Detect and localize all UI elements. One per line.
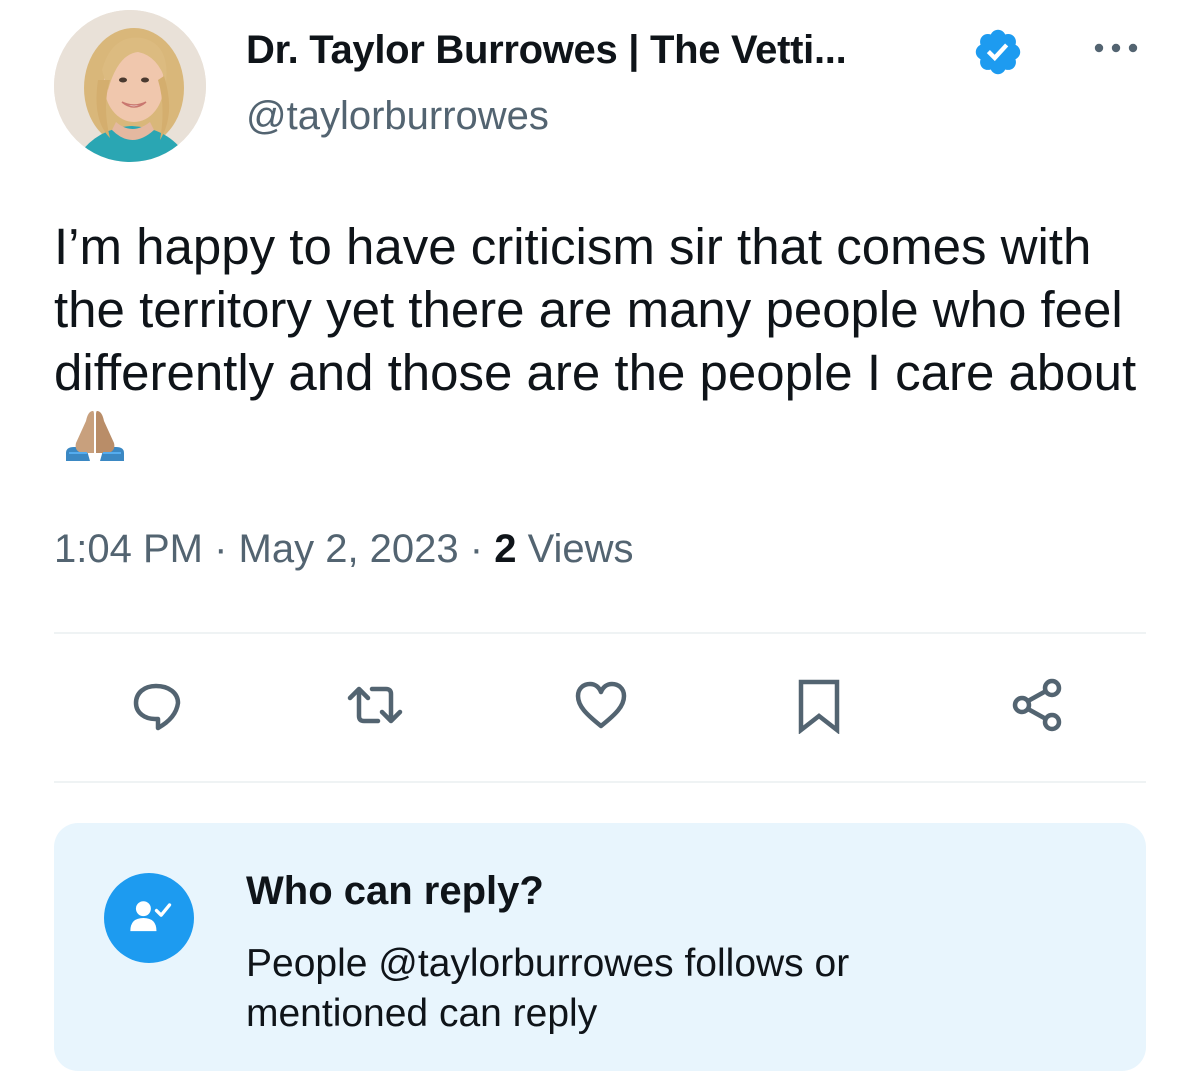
- retweet-icon: [346, 676, 404, 739]
- meta-separator: ·: [202, 527, 239, 571]
- divider: [54, 781, 1146, 783]
- bookmark-icon: [790, 676, 848, 739]
- retweet-button[interactable]: [344, 676, 406, 738]
- tweet-text: I’m happy to have criticism sir that com…: [54, 215, 1164, 467]
- bookmark-button[interactable]: [788, 676, 850, 738]
- reply-button[interactable]: [126, 676, 188, 738]
- views-count[interactable]: 2: [494, 527, 516, 571]
- share-button[interactable]: [1006, 676, 1068, 738]
- tweet-time[interactable]: 1:04 PM: [54, 527, 203, 571]
- share-icon: [1008, 676, 1066, 739]
- folded-hands-emoji-icon: [60, 409, 130, 461]
- profile-photo: [54, 10, 206, 162]
- verified-badge-icon[interactable]: [972, 26, 1024, 78]
- like-button[interactable]: [570, 676, 632, 738]
- author-display-name[interactable]: Dr. Taylor Burrowes | The Vetti...: [246, 28, 847, 73]
- tweet-date[interactable]: May 2, 2023: [239, 527, 459, 571]
- views-label[interactable]: Views: [516, 527, 634, 571]
- reply-notice-description: People @taylorburrowes follows or mentio…: [246, 942, 850, 1035]
- author-handle[interactable]: @taylorburrowes: [246, 94, 549, 139]
- tweet-body: I’m happy to have criticism sir that com…: [54, 218, 1137, 401]
- tweet-meta: 1:04 PM · May 2, 2023 · 2 Views: [54, 527, 634, 572]
- reply-notice-title: Who can reply?: [246, 869, 544, 913]
- tweet-detail: Dr. Taylor Burrowes | The Vetti... @tayl…: [0, 0, 1200, 1082]
- comment-icon: [128, 676, 186, 739]
- avatar[interactable]: [54, 10, 206, 162]
- person-check-icon: [104, 873, 194, 963]
- meta-separator: ·: [458, 527, 495, 571]
- more-options-icon[interactable]: [1090, 28, 1142, 68]
- divider: [54, 632, 1146, 634]
- heart-icon: [572, 676, 630, 739]
- reply-restriction-notice: Who can reply? People @taylorburrowes fo…: [54, 823, 1146, 1071]
